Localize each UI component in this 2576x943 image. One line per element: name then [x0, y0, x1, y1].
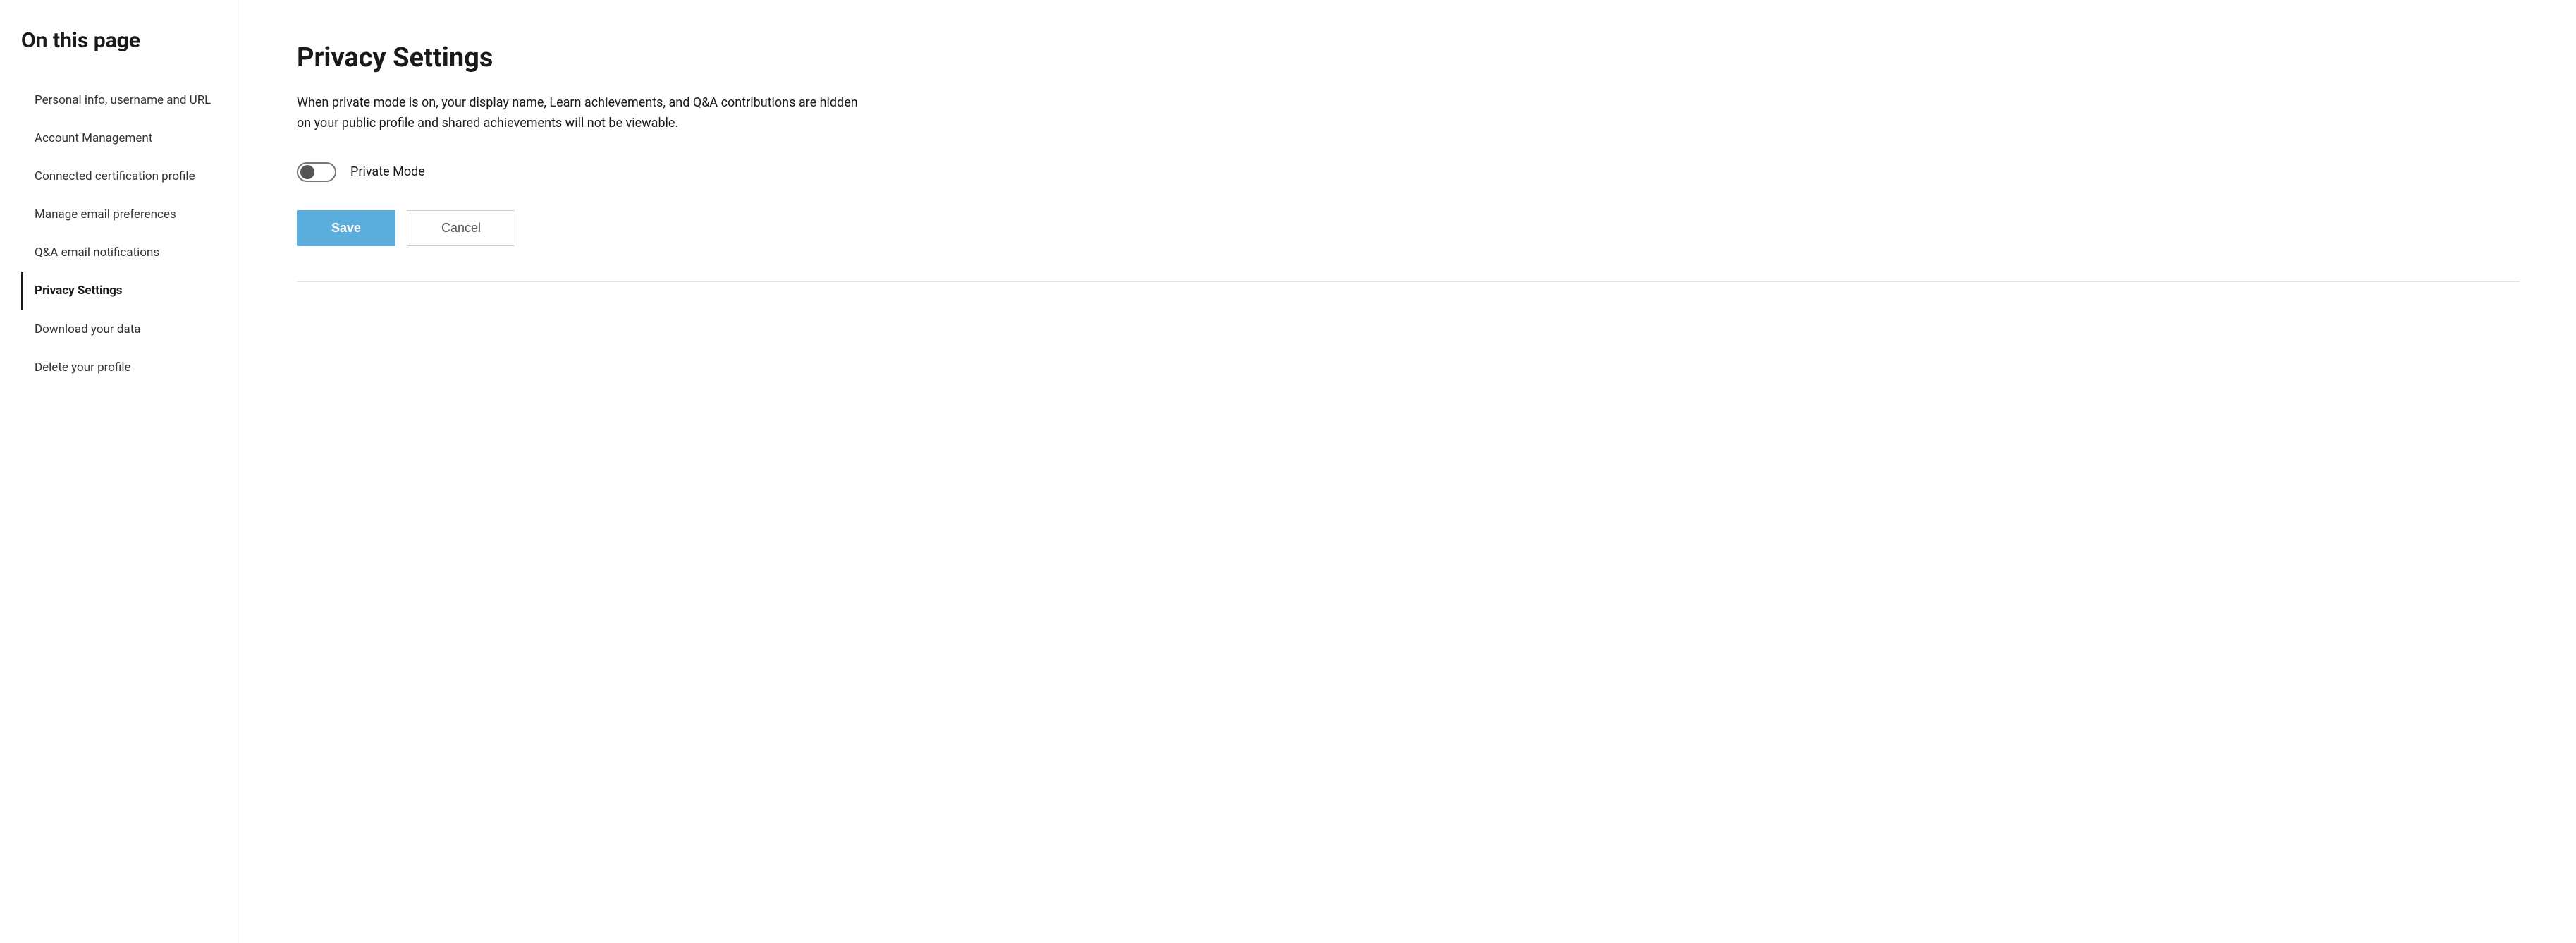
- sidebar-item-personal-info[interactable]: Personal info, username and URL: [21, 81, 219, 119]
- private-mode-toggle[interactable]: [297, 162, 336, 182]
- nav-list: Personal info, username and URLAccount M…: [21, 81, 219, 387]
- toggle-row: Private Mode: [297, 162, 2520, 182]
- save-button[interactable]: Save: [297, 210, 395, 246]
- sidebar-item-connected-certification[interactable]: Connected certification profile: [21, 157, 219, 195]
- main-content: Privacy Settings When private mode is on…: [240, 0, 2576, 943]
- private-mode-label: Private Mode: [350, 164, 425, 179]
- sidebar-title: On this page: [21, 28, 219, 53]
- sidebar-item-manage-email[interactable]: Manage email preferences: [21, 195, 219, 233]
- sidebar-item-qa-email[interactable]: Q&A email notifications: [21, 233, 219, 272]
- sidebar-item-account-management[interactable]: Account Management: [21, 119, 219, 157]
- sidebar-item-download-data[interactable]: Download your data: [21, 310, 219, 348]
- sidebar: On this page Personal info, username and…: [0, 0, 240, 943]
- toggle-knob: [300, 165, 314, 179]
- sidebar-item-privacy-settings[interactable]: Privacy Settings: [21, 272, 219, 310]
- button-row: Save Cancel: [297, 210, 2520, 246]
- privacy-settings-section: Privacy Settings When private mode is on…: [297, 42, 2520, 282]
- page-layout: On this page Personal info, username and…: [0, 0, 2576, 943]
- cancel-button[interactable]: Cancel: [407, 210, 515, 246]
- section-description: When private mode is on, your display na…: [297, 93, 875, 134]
- section-title: Privacy Settings: [297, 42, 2520, 73]
- sidebar-item-delete-profile[interactable]: Delete your profile: [21, 348, 219, 387]
